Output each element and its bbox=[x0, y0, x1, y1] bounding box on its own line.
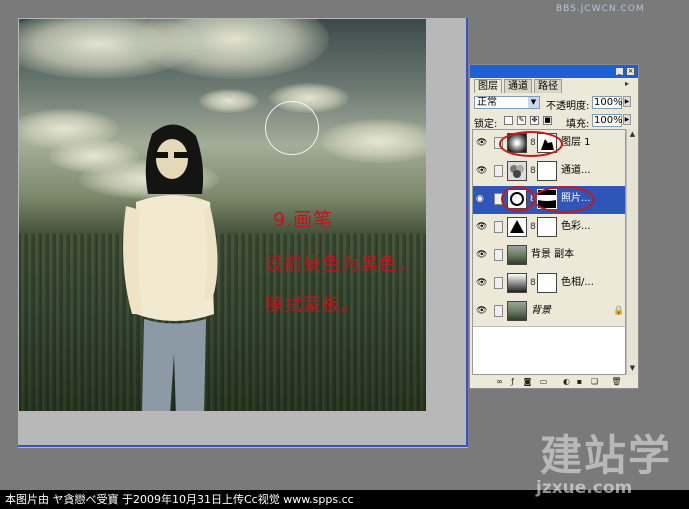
lock-icon: 🔒 bbox=[613, 306, 625, 316]
layer-row[interactable]: 👁 背景 副本 bbox=[473, 242, 625, 271]
eye-icon[interactable]: 👁 bbox=[476, 223, 488, 232]
site-logo-watermark: 建站学 bbox=[540, 431, 673, 480]
chain-icon: 8 bbox=[530, 166, 536, 176]
image-credit: 本图片由 ヤ貪戀べ受寶 于2009年10月31日上传Cc视觉 www.spps.… bbox=[5, 493, 354, 506]
layer-name: 背景 副本 bbox=[531, 249, 575, 260]
opacity-slider-icon[interactable]: ▶ bbox=[623, 96, 631, 107]
panel-menu-icon[interactable]: ▸ bbox=[625, 79, 635, 91]
adjustment-thumb-icon bbox=[507, 273, 527, 293]
layer-link-box[interactable] bbox=[494, 249, 503, 261]
layer-list-scrollbar[interactable]: ▲ ▼ bbox=[626, 129, 638, 375]
chevron-down-icon: ▼ bbox=[528, 97, 539, 108]
opacity-input[interactable]: 100% bbox=[592, 96, 623, 109]
chain-icon: 8 bbox=[530, 222, 536, 232]
layer-link-box[interactable] bbox=[494, 277, 503, 289]
step-instruction-line2: 擦拭蒙板。 bbox=[265, 295, 360, 316]
layer-name: 色相/... bbox=[561, 277, 594, 288]
layers-panel: _ × 图层 通道 路径 ▸ 正常 ▼ 不透明度: 100% ▶ 锁定: ✎ ✥… bbox=[469, 64, 639, 389]
layer-row[interactable]: 👁 8 色相/... bbox=[473, 270, 625, 299]
tab-channels[interactable]: 通道 bbox=[504, 79, 532, 93]
annotation-circle bbox=[501, 186, 535, 212]
panel-tabs: 图层 通道 路径 bbox=[472, 79, 636, 93]
link-layers-icon[interactable]: ∞ bbox=[494, 376, 505, 387]
document-edge-right bbox=[466, 18, 468, 446]
adjustment-thumb-icon bbox=[507, 217, 527, 237]
minimize-button[interactable]: _ bbox=[615, 67, 624, 76]
step-title: 9.画笔 bbox=[273, 209, 334, 231]
cloud bbox=[199, 89, 259, 113]
layer-list: 👁 8 图层 1 👁 8 通道... ◉ 8 照片... 👁 8 色彩... 👁… bbox=[472, 129, 626, 375]
layer-row[interactable]: 👁 8 通道... bbox=[473, 158, 625, 187]
photo-thumb-icon bbox=[507, 301, 527, 321]
new-fill-icon[interactable]: ▪ bbox=[574, 376, 585, 387]
new-adjustment-icon[interactable]: ◐ bbox=[561, 376, 572, 387]
eye-icon[interactable]: 👁 bbox=[476, 167, 488, 176]
trash-icon[interactable]: 🗑 bbox=[611, 376, 622, 387]
layers-panel-footer: ∞ ƒ ◙ ▭ ◐ ▪ ❏ 🗑 bbox=[472, 376, 636, 388]
fill-input[interactable]: 100% bbox=[592, 114, 623, 127]
eye-icon[interactable]: 👁 bbox=[476, 307, 488, 316]
blend-mode-value: 正常 bbox=[477, 97, 497, 108]
chain-icon: 8 bbox=[530, 278, 536, 288]
mask-thumb-icon bbox=[537, 273, 557, 293]
layer-name: 色彩... bbox=[561, 221, 591, 232]
add-mask-icon[interactable]: ◙ bbox=[522, 376, 533, 387]
lock-transparency-icon[interactable] bbox=[504, 116, 513, 125]
fill-slider-icon[interactable]: ▶ bbox=[623, 114, 631, 125]
eye-icon[interactable]: 👁 bbox=[476, 139, 488, 148]
opacity-label: 不透明度: bbox=[546, 101, 590, 112]
document-canvas[interactable]: 9.画笔 设前景色为黑色， 擦拭蒙板。 bbox=[19, 19, 426, 411]
layer-link-box[interactable] bbox=[494, 305, 503, 317]
panel-titlebar[interactable]: _ × bbox=[470, 65, 638, 78]
photo-thumb-icon bbox=[507, 245, 527, 265]
fill-label: 填充: bbox=[566, 119, 590, 130]
screenshot: 9.画笔 设前景色为黑色， 擦拭蒙板。 BBS.JCWCN.COM _ × 图层… bbox=[0, 0, 689, 509]
layer-link-box[interactable] bbox=[494, 165, 503, 177]
cloud bbox=[139, 19, 329, 79]
tab-layers[interactable]: 图层 bbox=[474, 79, 502, 93]
layer-name: 通道... bbox=[561, 165, 591, 176]
eye-icon[interactable]: 👁 bbox=[476, 279, 488, 288]
mask-thumb-icon bbox=[537, 217, 557, 237]
adjustment-thumb-icon bbox=[507, 161, 527, 181]
layer-link-box[interactable] bbox=[494, 221, 503, 233]
layer-row[interactable]: 👁 8 图层 1 bbox=[473, 130, 625, 159]
lock-all-icon[interactable]: ■ bbox=[543, 116, 552, 125]
eye-icon[interactable]: 👁 bbox=[476, 251, 488, 260]
site-watermark: BBS.JCWCN.COM bbox=[556, 4, 645, 14]
layer-row[interactable]: 👁 背景 🔒 bbox=[473, 298, 625, 327]
woman-figure bbox=[123, 124, 218, 411]
lock-position-icon[interactable]: ✥ bbox=[530, 116, 539, 125]
annotation-circle bbox=[499, 131, 563, 157]
tab-paths[interactable]: 路径 bbox=[534, 79, 562, 93]
new-layer-icon[interactable]: ❏ bbox=[589, 376, 600, 387]
cloud bbox=[319, 119, 426, 163]
eye-icon[interactable]: ◉ bbox=[476, 195, 488, 204]
step-instruction-line1: 设前景色为黑色， bbox=[265, 254, 417, 275]
layer-row[interactable]: 👁 8 色彩... bbox=[473, 214, 625, 243]
scroll-down-icon[interactable]: ▼ bbox=[628, 364, 637, 373]
document-edge-bottom bbox=[18, 445, 468, 447]
mask-thumb-icon bbox=[537, 161, 557, 181]
layer-name: 图层 1 bbox=[561, 137, 591, 148]
lock-label: 锁定: bbox=[474, 119, 498, 130]
annotation-circle bbox=[533, 186, 595, 213]
blend-mode-select[interactable]: 正常 ▼ bbox=[474, 96, 540, 109]
layer-style-icon[interactable]: ƒ bbox=[507, 376, 518, 387]
site-url-watermark: jzxue.com bbox=[536, 478, 633, 498]
scroll-up-icon[interactable]: ▲ bbox=[628, 130, 637, 139]
new-group-icon[interactable]: ▭ bbox=[538, 376, 549, 387]
lock-pixels-icon[interactable]: ✎ bbox=[517, 116, 526, 125]
layer-row-selected[interactable]: ◉ 8 照片... bbox=[473, 186, 625, 215]
photoshop-workspace: 9.画笔 设前景色为黑色， 擦拭蒙板。 BBS.JCWCN.COM _ × 图层… bbox=[0, 0, 689, 498]
layer-name: 背景 bbox=[531, 305, 551, 316]
close-button[interactable]: × bbox=[626, 67, 635, 76]
brush-cursor-icon bbox=[265, 101, 319, 155]
